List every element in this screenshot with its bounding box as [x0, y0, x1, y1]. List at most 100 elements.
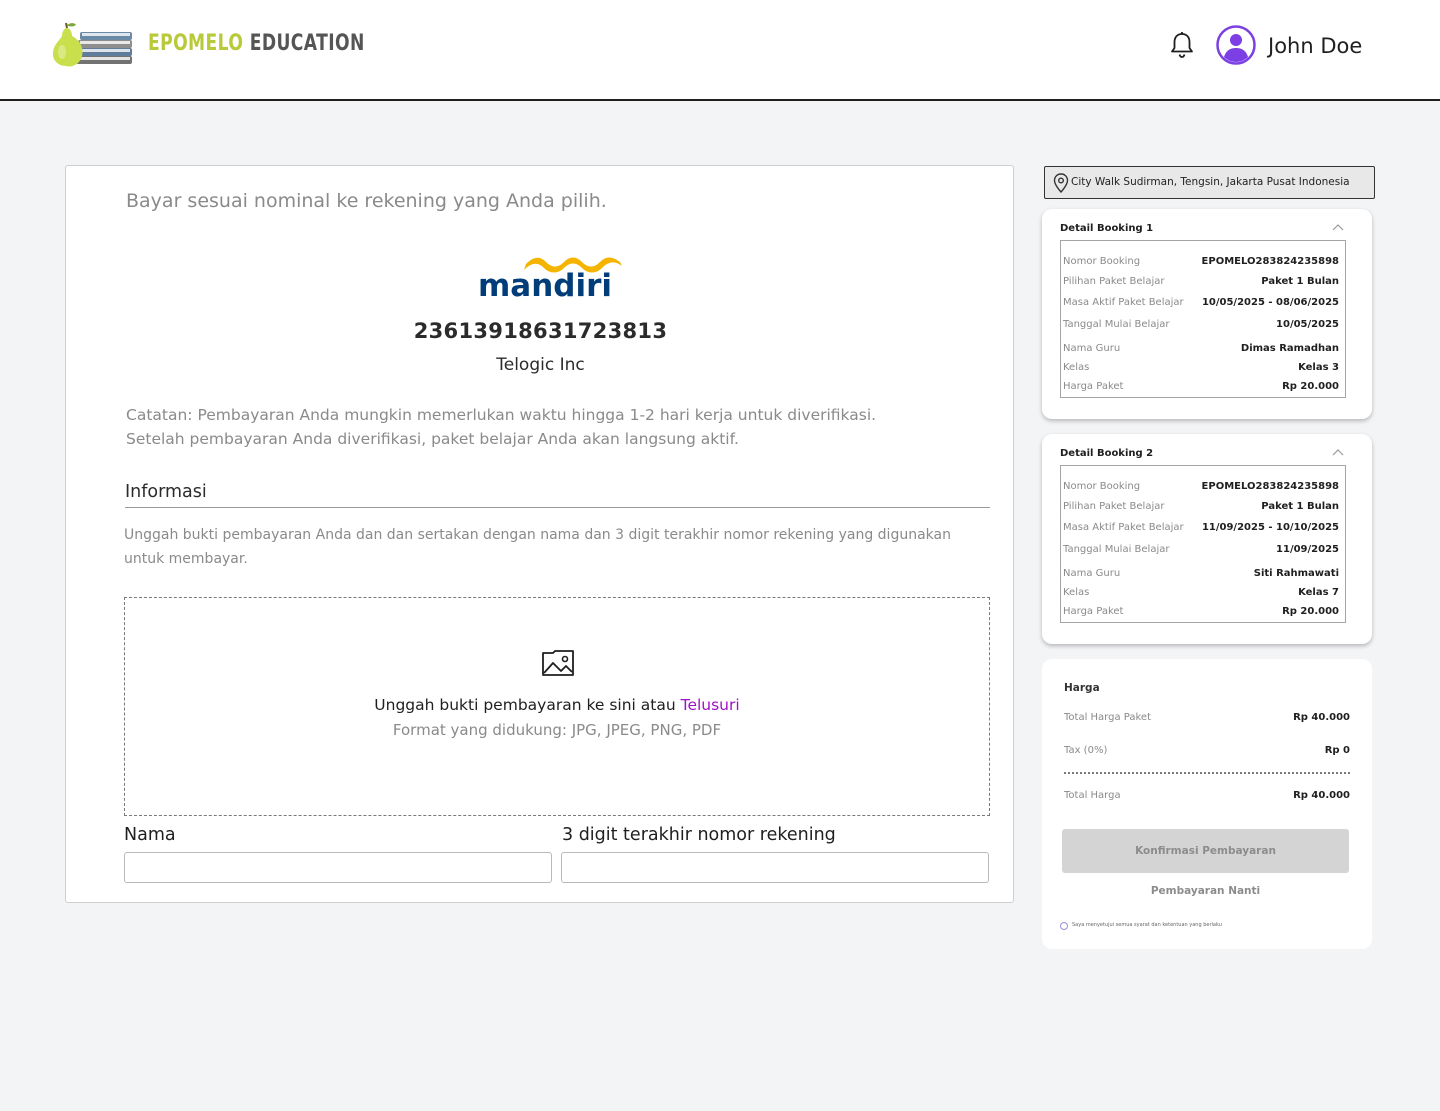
tax-value: Rp 0 [1324, 745, 1350, 756]
account-number: 23613918631723813 [413, 319, 668, 343]
booking-title: Detail Booking 2 [1060, 448, 1154, 459]
row-value: Rp 20.000 [1282, 606, 1339, 617]
upload-prompt-text: Unggah bukti pembayaran ke sini atau [374, 696, 676, 714]
booking-row: Kelas Kelas 7 [1061, 587, 1345, 601]
payment-instruction: Bayar sesuai nominal ke rekening yang An… [126, 190, 607, 212]
row-value: 10/05/2025 - 08/06/2025 [1201, 297, 1339, 308]
bank-mandiri-logo: mandiri [478, 257, 622, 300]
chevron-up-icon[interactable] [1332, 223, 1344, 231]
upload-dropzone[interactable]: Unggah bukti pembayaran ke sini atau Tel… [124, 597, 990, 816]
booking-row: Tanggal Mulai Belajar 10/05/2025 [1061, 319, 1345, 333]
row-label: Kelas [1063, 587, 1090, 598]
informasi-description: Unggah bukti pembayaran Anda dan dan ser… [124, 527, 951, 567]
price-summary-card: Harga Total Harga Paket Rp 40.000 Tax (0… [1042, 659, 1372, 949]
tax-label: Tax (0%) [1064, 745, 1108, 756]
total-package-value: Rp 40.000 [1293, 712, 1350, 723]
booking-row: Harga Paket Rp 20.000 [1061, 606, 1345, 620]
row-value: EPOMELO283824235898 [1201, 256, 1339, 267]
booking-row: Pilihan Paket Belajar Paket 1 Bulan [1061, 276, 1345, 290]
brand-name-part-1: EPOMELO [148, 31, 244, 56]
informasi-divider [125, 507, 990, 508]
booking-row: Nomor Booking EPOMELO283824235898 [1061, 481, 1345, 495]
account-holder-name: Telogic Inc [496, 355, 585, 375]
row-label: Masa Aktif Paket Belajar [1063, 522, 1184, 533]
row-label: Masa Aktif Paket Belajar [1063, 297, 1184, 308]
price-divider [1064, 772, 1350, 774]
name-label: Nama [124, 825, 176, 845]
booking-title: Detail Booking 1 [1060, 223, 1154, 234]
map-pin-icon [1053, 173, 1069, 193]
total-package-label: Total Harga Paket [1064, 712, 1151, 723]
account-digits-input[interactable] [561, 852, 989, 883]
booking-row: Pilihan Paket Belajar Paket 1 Bulan [1061, 501, 1345, 515]
booking-row: Kelas Kelas 3 [1061, 362, 1345, 376]
row-label: Kelas [1063, 362, 1090, 373]
payment-note-line-1: Catatan: Pembayaran Anda mungkin memerlu… [126, 406, 877, 424]
booking-card-2: Detail Booking 2 Nomor Booking EPOMELO283… [1042, 434, 1372, 644]
agreement-text: Saya menyetujui semua syarat dan ketentu… [1072, 922, 1222, 928]
row-value: 11/09/2025 - 10/10/2025 [1201, 522, 1339, 533]
total-row: Total Harga Rp 40.000 [1064, 790, 1350, 804]
row-value: 11/09/2025 [1276, 544, 1339, 555]
row-label: Pilihan Paket Belajar [1063, 276, 1165, 287]
row-label: Tanggal Mulai Belajar [1063, 544, 1170, 555]
payment-card: Bayar sesuai nominal ke rekening yang An… [65, 165, 1014, 903]
row-label: Nama Guru [1063, 568, 1121, 579]
row-value: Dimas Ramadhan [1240, 343, 1339, 354]
informasi-heading: Informasi [125, 482, 207, 502]
booking-row: Nama Guru Siti Rahmawati [1061, 568, 1345, 582]
upload-prompt: Unggah bukti pembayaran ke sini atau Tel… [125, 696, 989, 714]
booking-card-1: Detail Booking 1 Nomor Booking EPOMELO283… [1042, 209, 1372, 419]
bell-icon[interactable] [1169, 30, 1195, 60]
price-title: Harga [1064, 682, 1100, 694]
row-label: Nomor Booking [1063, 481, 1141, 492]
booking-row: Harga Paket Rp 20.000 [1061, 381, 1345, 395]
row-label: Harga Paket [1063, 606, 1124, 617]
row-value: Siti Rahmawati [1253, 568, 1339, 579]
pay-later-button[interactable]: Pembayaran Nanti [1062, 883, 1349, 899]
row-label: Harga Paket [1063, 381, 1124, 392]
row-value: 10/05/2025 [1276, 319, 1339, 330]
logo-books-pear-icon [52, 22, 132, 67]
image-icon [542, 650, 574, 676]
browse-link[interactable]: Telusuri [681, 696, 740, 714]
name-input[interactable] [124, 852, 552, 883]
row-value: Rp 20.000 [1282, 381, 1339, 392]
tax-row: Tax (0%) Rp 0 [1064, 745, 1350, 759]
total-package-row: Total Harga Paket Rp 40.000 [1064, 712, 1350, 726]
bank-name-text: mandiri [478, 268, 612, 300]
booking-row: Nama Guru Dimas Ramadhan [1061, 343, 1345, 357]
row-label: Nomor Booking [1063, 256, 1141, 267]
top-navbar: EPOMELO EDUCATION John Doe [0, 0, 1440, 101]
payment-note: Catatan: Pembayaran Anda mungkin memerlu… [126, 403, 986, 451]
row-value: Kelas 3 [1298, 362, 1339, 373]
brand-logo[interactable]: EPOMELO EDUCATION [50, 22, 364, 68]
user-avatar-icon[interactable] [1216, 25, 1256, 65]
confirm-payment-button[interactable]: Konfirmasi Pembayaran [1062, 829, 1349, 873]
chevron-up-icon[interactable] [1332, 448, 1344, 456]
booking-row: Masa Aktif Paket Belajar 11/09/2025 - 10/… [1061, 522, 1345, 536]
account-digits-label: 3 digit terakhir nomor rekening [562, 825, 836, 845]
row-value: EPOMELO283824235898 [1201, 481, 1339, 492]
upload-supported-formats: Format yang didukung: JPG, JPEG, PNG, PD… [392, 721, 722, 739]
brand-name: EPOMELO EDUCATION [148, 31, 365, 56]
row-value: Kelas 7 [1298, 587, 1339, 598]
agreement-radio[interactable] [1060, 922, 1068, 930]
brand-name-part-2: EDUCATION [249, 31, 365, 56]
booking-details-table: Nomor Booking EPOMELO283824235898 Pilihan… [1060, 465, 1346, 623]
row-label: Tanggal Mulai Belajar [1063, 319, 1170, 330]
payment-note-line-2: Setelah pembayaran Anda diverifikasi, pa… [126, 430, 739, 448]
booking-row: Nomor Booking EPOMELO283824235898 [1061, 256, 1345, 270]
row-label: Pilihan Paket Belajar [1063, 501, 1165, 512]
row-value: Paket 1 Bulan [1261, 276, 1339, 287]
total-value: Rp 40.000 [1293, 790, 1350, 801]
row-label: Nama Guru [1063, 343, 1121, 354]
booking-row: Masa Aktif Paket Belajar 10/05/2025 - 08/… [1061, 297, 1345, 311]
row-value: Paket 1 Bulan [1261, 501, 1339, 512]
total-label: Total Harga [1064, 790, 1121, 801]
booking-row: Tanggal Mulai Belajar 11/09/2025 [1061, 544, 1345, 558]
user-name[interactable]: John Doe [1268, 34, 1362, 58]
location-text: City Walk Sudirman, Tengsin, Jakarta Pus… [1071, 176, 1350, 188]
booking-details-table: Nomor Booking EPOMELO283824235898 Pilihan… [1060, 240, 1346, 398]
location-field[interactable]: City Walk Sudirman, Tengsin, Jakarta Pus… [1044, 166, 1375, 199]
